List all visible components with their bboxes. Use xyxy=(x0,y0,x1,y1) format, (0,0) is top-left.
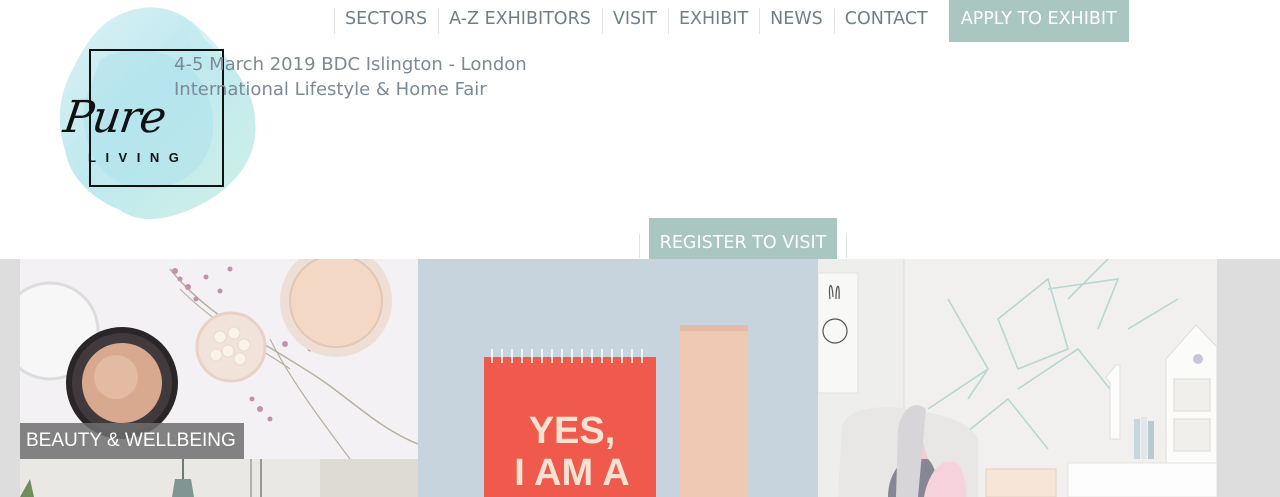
nav-item-visit[interactable]: VISIT xyxy=(601,0,668,42)
site-header: Pure LIVING 4-5 March 2019 BDC Islington… xyxy=(0,0,1280,267)
logo-script-text: Pure xyxy=(60,92,169,143)
nav-item-contact[interactable]: CONTACT xyxy=(833,0,939,42)
apply-to-exhibit-button[interactable]: APPLY TO EXHIBIT xyxy=(948,0,1129,42)
nav-item-a-z-exhibitors[interactable]: A-Z EXHIBITORS xyxy=(438,0,602,42)
gallery-tile-interior[interactable] xyxy=(20,459,418,497)
gallery-edge xyxy=(1217,259,1280,497)
nav-item-exhibit[interactable]: EXHIBIT xyxy=(667,0,759,42)
interior-image xyxy=(20,459,418,497)
notebook-text-line2: I AM A xyxy=(514,452,629,494)
sector-gallery: BEAUTY & WELLBEING YES, I AM A xyxy=(0,259,1280,497)
nav-item-sectors[interactable]: SECTORS xyxy=(334,0,438,42)
register-divider-right xyxy=(846,234,847,258)
gallery-tile-stationery[interactable]: YES, I AM A xyxy=(418,259,818,497)
event-date-location: 4-5 March 2019 BDC Islington - London xyxy=(174,54,527,75)
event-description: International Lifestyle & Home Fair xyxy=(174,79,487,100)
category-label-beauty: BEAUTY & WELLBEING xyxy=(20,423,244,459)
gallery-tile-kids[interactable] xyxy=(818,259,1217,497)
logo[interactable]: Pure LIVING xyxy=(40,0,280,240)
main-nav: SECTORS A-Z EXHIBITORS VISIT EXHIBIT NEW… xyxy=(334,0,1129,42)
notebook-image: YES, I AM A xyxy=(418,259,818,497)
nav-item-news[interactable]: NEWS xyxy=(759,0,834,42)
kids-room-image xyxy=(818,259,1217,497)
gallery-tile-beauty[interactable]: BEAUTY & WELLBEING xyxy=(20,259,418,459)
logo-sub-text: LIVING xyxy=(88,150,189,165)
register-divider-left xyxy=(639,234,640,258)
notebook-text-line1: YES, xyxy=(529,410,616,452)
